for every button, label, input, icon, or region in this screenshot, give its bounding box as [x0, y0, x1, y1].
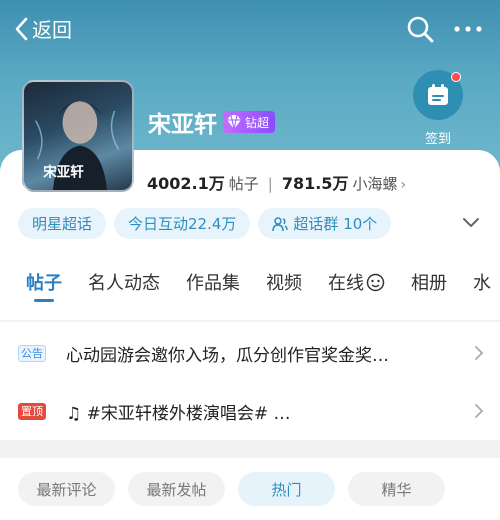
- search-icon[interactable]: [405, 14, 435, 44]
- pinned-text: ♫ #宋亚轩楼外楼演唱会# …: [66, 403, 291, 424]
- poster-text: 宋亚轩: [43, 164, 84, 181]
- tab-portfolio[interactable]: 作品集: [186, 262, 240, 302]
- checkin-button[interactable]: 签到: [410, 70, 466, 147]
- chip-daily-interaction[interactable]: 今日互动22.4万: [114, 208, 251, 239]
- sort-filter-bar: 最新评论 最新发帖 热门 精华: [0, 458, 500, 520]
- announcement-text: 心动园游会邀你入场，瓜分创作官奖金奖…: [66, 345, 389, 366]
- fans-label: 小海螺: [352, 175, 398, 193]
- chevron-right-icon: ›: [400, 177, 407, 193]
- tab-album-label: 相册: [411, 273, 447, 294]
- calendar-icon: [428, 84, 448, 105]
- filter-latest-comments[interactable]: 最新评论: [18, 472, 115, 506]
- tab-online[interactable]: 在线: [328, 262, 385, 302]
- stats-row[interactable]: 4002.1万 帖子 | 781.5万 小海螺 ›: [147, 170, 406, 194]
- chevron-right-icon: [475, 346, 484, 360]
- notification-dot: [451, 72, 461, 82]
- tab-videos-label: 视频: [266, 273, 302, 294]
- announcement-tag: 公告: [18, 344, 46, 362]
- filter-featured[interactable]: 精华: [348, 472, 445, 506]
- tab-posts[interactable]: 帖子: [26, 262, 62, 302]
- diamond-icon: [227, 114, 241, 130]
- tab-posts-label: 帖子: [26, 273, 62, 294]
- back-button[interactable]: 返回: [14, 14, 72, 43]
- chevron-down-icon[interactable]: [462, 216, 480, 230]
- tab-more-label: 水: [473, 273, 491, 294]
- chevron-left-icon: [15, 17, 28, 40]
- more-options-icon[interactable]: [452, 16, 484, 42]
- filter-latest-posts[interactable]: 最新发帖: [128, 472, 225, 506]
- tab-celebrity-updates[interactable]: 名人动态: [88, 262, 160, 302]
- tab-more[interactable]: 水: [473, 262, 491, 302]
- chip-row: 明星超话 今日互动22.4万 超话群 10个: [18, 208, 399, 239]
- posts-count: 4002.1万: [147, 174, 225, 193]
- super-topic-badge[interactable]: 钻超: [223, 111, 276, 133]
- tab-videos[interactable]: 视频: [266, 262, 302, 302]
- smiley-icon: [366, 273, 385, 291]
- fans-count: 781.5万: [281, 174, 349, 193]
- pinned-row[interactable]: 置顶 ♫ #宋亚轩楼外楼演唱会# …: [0, 382, 500, 440]
- posts-label: 帖子: [228, 175, 259, 193]
- pinned-tag: 置顶: [18, 402, 46, 420]
- announcement-row[interactable]: 公告 心动园游会邀你入场，瓜分创作官奖金奖…: [0, 324, 500, 382]
- stats-divider: |: [267, 175, 273, 193]
- tab-celebrity-updates-label: 名人动态: [88, 273, 160, 294]
- chip-topic-groups-label: 超话群 10个: [293, 215, 378, 233]
- tab-portfolio-label: 作品集: [186, 273, 240, 294]
- portrait-image: 宋亚轩: [34, 101, 120, 190]
- tab-online-label: 在线: [328, 273, 364, 294]
- chevron-right-icon: [475, 404, 484, 418]
- pinned-list: 公告 心动园游会邀你入场，瓜分创作官奖金奖… 置顶 ♫ #宋亚轩楼外楼演唱会# …: [0, 322, 500, 440]
- chip-star-topic[interactable]: 明星超话: [18, 208, 107, 239]
- checkin-circle: [413, 70, 463, 120]
- topic-name-row: 宋亚轩 钻超: [148, 105, 276, 139]
- group-icon: [272, 216, 289, 231]
- tab-bar: 帖子 名人动态 作品集 视频 在线 相册 水: [0, 262, 500, 306]
- chip-topic-groups[interactable]: 超话群 10个: [258, 208, 392, 239]
- tab-album[interactable]: 相册: [411, 262, 447, 302]
- checkin-label: 签到: [424, 132, 451, 147]
- back-label: 返回: [32, 18, 72, 42]
- top-bar: 返回: [0, 0, 500, 60]
- topic-name: 宋亚轩: [148, 112, 217, 138]
- badge-label: 钻超: [245, 115, 270, 130]
- filter-hot[interactable]: 热门: [238, 472, 335, 506]
- topic-avatar[interactable]: 宋亚轩: [22, 80, 134, 192]
